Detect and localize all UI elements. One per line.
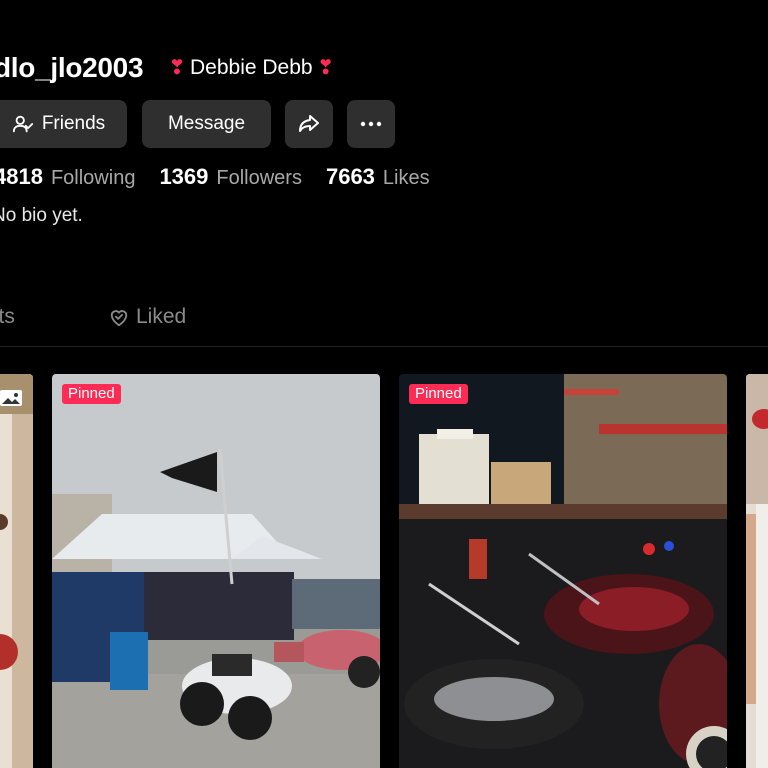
following-label: Following	[50, 167, 136, 189]
share-button[interactable]	[285, 100, 333, 148]
video-tile[interactable]: Pinned	[399, 374, 727, 768]
nickname: Debbie Debb	[190, 56, 313, 79]
liked-heart-icon	[108, 307, 130, 327]
message-label: Message	[167, 113, 246, 134]
video-tile[interactable]	[0, 374, 33, 768]
pinned-badge: Pinned	[62, 384, 121, 404]
message-button[interactable]: Message	[142, 100, 271, 148]
more-options-button[interactable]	[347, 100, 395, 148]
tab-posts[interactable]: sts	[0, 305, 15, 329]
likes-label: Likes	[382, 167, 430, 189]
friends-icon	[12, 113, 34, 135]
following-stat[interactable]: 4818 Following	[0, 164, 135, 190]
more-dots-icon	[360, 121, 382, 127]
share-icon	[297, 112, 321, 136]
friends-button[interactable]: Friends	[0, 100, 127, 148]
pinned-badge: Pinned	[409, 384, 468, 404]
followers-count: 1369	[159, 164, 209, 189]
tab-liked[interactable]: Liked	[108, 305, 186, 329]
heart-icon: ❣	[168, 57, 186, 79]
username: dlo_jlo2003	[0, 52, 144, 83]
video-tile[interactable]	[746, 374, 768, 768]
likes-stat: 7663 Likes	[326, 164, 430, 190]
profile-page: dlo_jlo2003 ❣ Debbie Debb ❣ Friends Mess…	[0, 0, 768, 768]
bio: No bio yet.	[0, 205, 83, 226]
following-count: 4818	[0, 164, 43, 189]
heart-icon: ❣	[317, 57, 334, 79]
tab-liked-label: Liked	[136, 305, 187, 328]
friends-label: Friends	[41, 113, 106, 134]
video-tile[interactable]: Pinned	[52, 374, 380, 768]
followers-stat[interactable]: 1369 Followers	[159, 164, 302, 190]
photo-icon	[0, 388, 23, 408]
followers-label: Followers	[216, 167, 302, 189]
profile-stats: 4818 Following 1369 Followers 7663 Likes	[0, 162, 454, 192]
nickname-row: ❣ Debbie Debb ❣	[166, 48, 337, 88]
profile-tabs: sts Liked	[0, 300, 768, 347]
likes-count: 7663	[325, 164, 375, 189]
